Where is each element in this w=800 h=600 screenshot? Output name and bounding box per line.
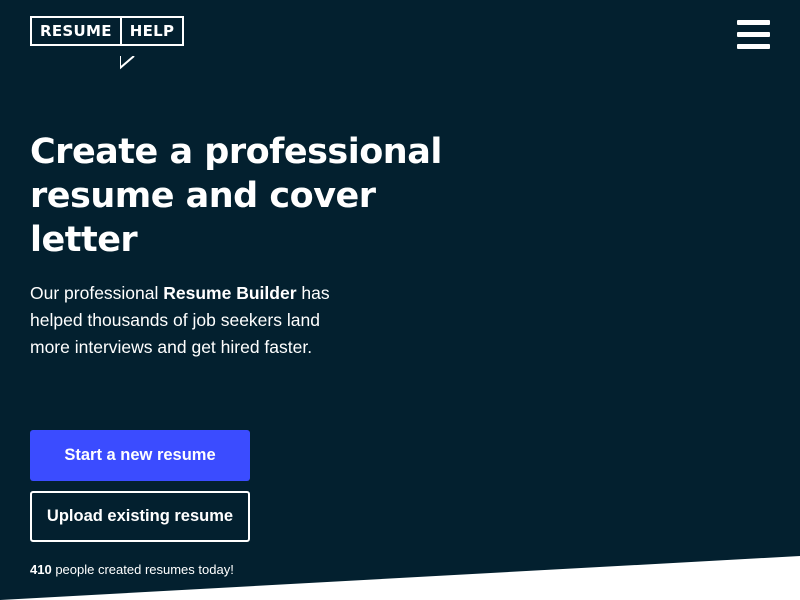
resume-builder-highlight: Resume Builder	[163, 283, 297, 303]
resume-counter-value: 410	[30, 562, 52, 577]
resume-counter: 410 people created resumes today!	[30, 562, 234, 577]
hero-description-before: Our professional	[30, 283, 164, 303]
upload-existing-resume-button[interactable]: Upload existing resume	[30, 491, 250, 542]
page: RESUME HELP Create a professional resume…	[0, 0, 800, 600]
hero-description: Our professional Resume Builder has help…	[30, 280, 330, 361]
logo-right-text: HELP	[129, 22, 175, 40]
start-new-resume-button[interactable]: Start a new resume	[30, 430, 250, 481]
hamburger-line	[737, 44, 770, 49]
hamburger-menu-icon[interactable]	[737, 20, 770, 50]
logo-right-box: HELP	[119, 16, 185, 70]
hamburger-line	[737, 20, 770, 25]
hamburger-line	[737, 32, 770, 37]
hero-title: Create a professional resume and cover l…	[30, 132, 442, 260]
logo-left-text: RESUME	[30, 16, 120, 46]
resume-help-logo[interactable]: RESUME HELP	[30, 16, 185, 70]
resume-counter-text: people created resumes today!	[51, 562, 234, 577]
